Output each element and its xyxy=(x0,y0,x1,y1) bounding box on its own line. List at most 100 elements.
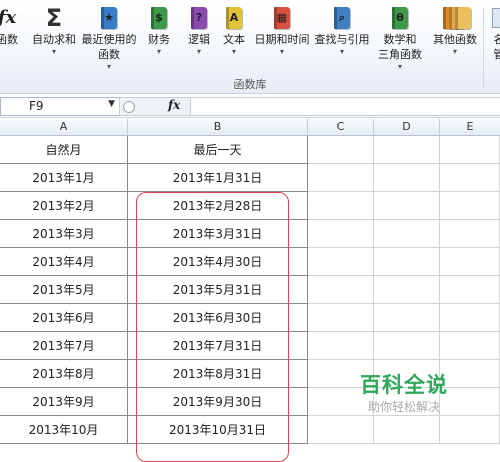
ribbon-button-label-line2: 管 xyxy=(493,48,500,61)
column-header-e[interactable]: E xyxy=(440,119,500,136)
empty-cell[interactable] xyxy=(308,220,374,248)
empty-cell[interactable] xyxy=(308,248,374,276)
empty-cell[interactable] xyxy=(374,304,440,332)
header-cell-month[interactable]: 自然月 xyxy=(0,136,128,164)
watermark-title: 百科全说 xyxy=(360,373,448,397)
formula-bar-controls: fx xyxy=(119,97,191,116)
empty-cell[interactable] xyxy=(440,304,500,332)
formula-bar: F9 ▼ fx xyxy=(0,95,500,118)
theta-book-icon: θ xyxy=(387,4,413,32)
empty-cell[interactable] xyxy=(440,248,500,276)
financial-book-icon: $ xyxy=(146,4,172,32)
autosum-button[interactable]: Σ 自动求和 ▾ xyxy=(30,4,78,57)
empty-cell[interactable] xyxy=(440,332,500,360)
cell-month[interactable]: 2013年5月 xyxy=(0,276,128,304)
empty-cell[interactable] xyxy=(374,276,440,304)
column-header-b[interactable]: B xyxy=(128,119,308,136)
empty-cell[interactable] xyxy=(374,164,440,192)
chevron-down-icon[interactable]: ▼ xyxy=(108,99,115,109)
cell-last-day[interactable]: 2013年5月31日 xyxy=(128,276,308,304)
empty-cell[interactable] xyxy=(440,276,500,304)
more-functions-button[interactable]: 其他函数 ▾ xyxy=(430,4,480,57)
name-manager-button[interactable]: 名管 xyxy=(484,4,500,62)
cell-last-day[interactable]: 2013年1月31日 xyxy=(128,164,308,192)
text-button[interactable]: A 文本 ▾ xyxy=(220,4,248,57)
column-header-a[interactable]: A xyxy=(0,119,128,136)
empty-cell[interactable] xyxy=(308,136,374,164)
name-manager-icon xyxy=(486,4,500,32)
cell-month[interactable]: 2013年10月 xyxy=(0,416,128,444)
ribbon-button-label: 自动求和 xyxy=(32,33,76,46)
datetime-button[interactable]: ▦ 日期和时间 ▾ xyxy=(252,4,312,57)
cell-last-day[interactable]: 2013年6月30日 xyxy=(128,304,308,332)
chevron-down-icon: ▾ xyxy=(339,47,344,56)
cell-last-day[interactable]: 2013年2月28日 xyxy=(128,192,308,220)
question-book-icon: ? xyxy=(186,4,212,32)
cell-last-day[interactable]: 2013年8月31日 xyxy=(128,360,308,388)
recently-used-button[interactable]: ★ 最近使用的 函数 ▾ xyxy=(80,4,138,72)
calendar-book-icon: ▦ xyxy=(269,4,295,32)
insert-function-fx-icon[interactable]: fx xyxy=(168,98,180,112)
empty-cell[interactable] xyxy=(308,332,374,360)
chevron-down-icon: ▾ xyxy=(397,62,402,71)
cell-month[interactable]: 2013年2月 xyxy=(0,192,128,220)
empty-cell[interactable] xyxy=(374,220,440,248)
empty-cell[interactable] xyxy=(374,192,440,220)
chevron-down-icon: ▾ xyxy=(279,47,284,56)
ribbon-button-label: 函数 xyxy=(0,33,18,46)
formula-input[interactable] xyxy=(190,97,500,116)
empty-cell[interactable] xyxy=(308,164,374,192)
header-cell-last-day[interactable]: 最后一天 xyxy=(128,136,308,164)
logical-button[interactable]: ? 逻辑 ▾ xyxy=(182,4,216,57)
cell-last-day[interactable]: 2013年4月30日 xyxy=(128,248,308,276)
fx-icon: fx xyxy=(0,7,17,28)
cell-month[interactable]: 2013年6月 xyxy=(0,304,128,332)
text-book-icon: A xyxy=(221,4,247,32)
ribbon-button-label: 数学和 xyxy=(383,33,417,46)
cell-month[interactable]: 2013年4月 xyxy=(0,248,128,276)
empty-cell[interactable] xyxy=(440,220,500,248)
name-box[interactable]: F9 ▼ xyxy=(0,97,120,116)
empty-cell[interactable] xyxy=(440,136,500,164)
watermark-subtitle: 助你轻松解决 xyxy=(367,400,440,414)
cell-last-day[interactable]: 2013年10月31日 xyxy=(128,416,308,444)
chevron-down-icon: ▾ xyxy=(196,47,201,56)
group-label: 函数库 xyxy=(233,78,267,91)
empty-cell[interactable] xyxy=(308,192,374,220)
empty-cell[interactable] xyxy=(440,164,500,192)
cell-last-day[interactable]: 2013年9月30日 xyxy=(128,388,308,416)
resize-handle-icon[interactable] xyxy=(123,101,135,113)
cell-month[interactable]: 2013年3月 xyxy=(0,220,128,248)
chevron-down-icon: ▾ xyxy=(156,47,161,56)
cell-month[interactable]: 2013年8月 xyxy=(0,360,128,388)
star-book-icon: ★ xyxy=(96,4,122,32)
empty-cell[interactable] xyxy=(308,276,374,304)
cell-last-day[interactable]: 2013年7月31日 xyxy=(128,332,308,360)
empty-cell[interactable] xyxy=(374,332,440,360)
sigma-icon: Σ xyxy=(45,4,63,32)
ribbon-button-label: 最近使用的 xyxy=(81,33,137,46)
cell-month[interactable]: 2013年1月 xyxy=(0,164,128,192)
empty-cell[interactable] xyxy=(308,304,374,332)
lookup-book-icon: ⌕ xyxy=(329,4,355,32)
cell-month[interactable]: 2013年7月 xyxy=(0,332,128,360)
insert-function-button[interactable]: fx 函数 xyxy=(0,4,24,47)
empty-cell[interactable] xyxy=(440,192,500,220)
ribbon-button-label: 查找与引用 xyxy=(314,33,370,46)
column-header-c[interactable]: C xyxy=(308,119,374,136)
cell-last-day[interactable]: 2013年3月31日 xyxy=(128,220,308,248)
column-header-d[interactable]: D xyxy=(374,119,440,136)
ribbon-button-label: 其他函数 xyxy=(433,33,477,46)
ribbon-button-label: 逻辑 xyxy=(188,33,210,46)
empty-cell[interactable] xyxy=(374,248,440,276)
cell-month[interactable]: 2013年9月 xyxy=(0,388,128,416)
ribbon-button-label: 财务 xyxy=(148,33,170,46)
group-separator xyxy=(483,8,484,88)
financial-button[interactable]: $ 财务 ▾ xyxy=(142,4,176,57)
ribbon-button-label-line2: 函数 xyxy=(98,48,120,61)
ribbon-button-label-line2: 三角函数 xyxy=(378,48,422,61)
math-trig-button[interactable]: θ 数学和三角函数 ▾ xyxy=(372,4,428,72)
empty-cell[interactable] xyxy=(374,136,440,164)
lookup-button[interactable]: ⌕ 查找与引用 ▾ xyxy=(312,4,372,57)
ribbon-button-label: 文本 xyxy=(223,33,245,46)
